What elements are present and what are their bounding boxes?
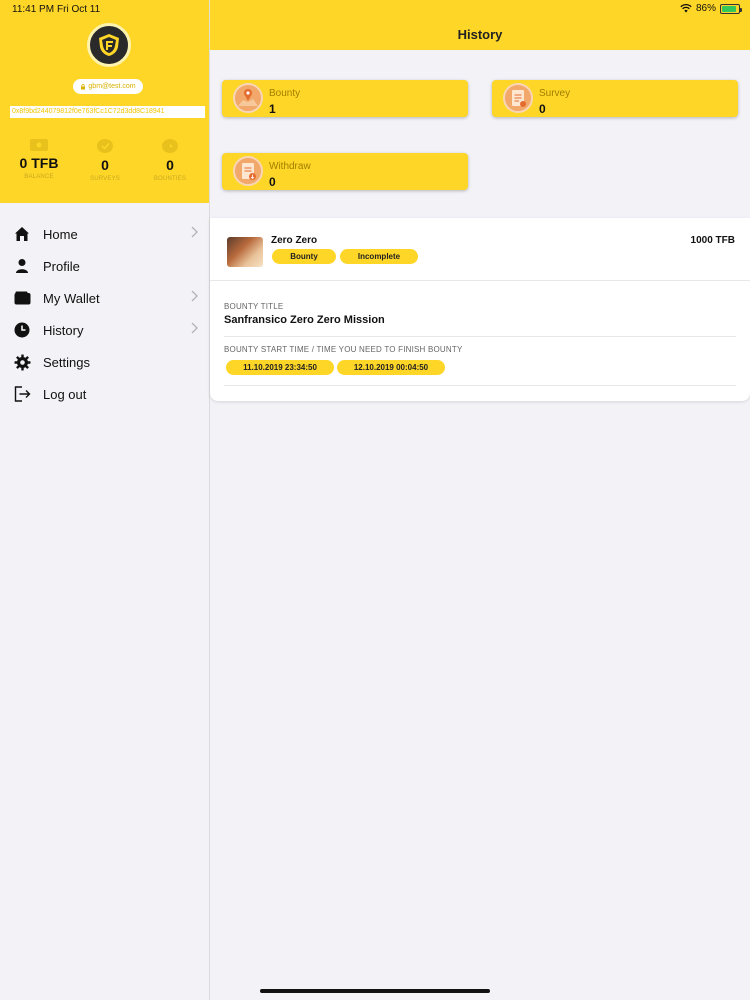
sidebar-item-label: Home xyxy=(43,226,78,242)
sidebar-item-settings[interactable]: Settings xyxy=(0,346,210,378)
survey-label: Survey xyxy=(539,88,571,99)
home-indicator[interactable] xyxy=(260,989,490,993)
bounty-label: Bounty xyxy=(269,88,301,99)
chevron-right-icon xyxy=(191,226,198,238)
status-right: 86% xyxy=(680,3,742,14)
bounty-title: Sanfransico Zero Zero Mission xyxy=(224,314,736,337)
sidebar: gbm@test.com 0x8f9bd244079812f0e763fCc1C… xyxy=(0,0,210,1000)
type-badge: Bounty xyxy=(272,249,336,264)
withdraw-count: 0 xyxy=(269,175,276,189)
main-content: History Bounty 1 Survey 0 Withdraw 0 Zer… xyxy=(210,0,750,1000)
history-item-title: Zero Zero xyxy=(271,235,318,246)
stat-surveys: 0 SURVEYS xyxy=(73,139,137,182)
home-icon xyxy=(13,225,31,243)
profile-header: gbm@test.com 0x8f9bd244079812f0e763fCc1C… xyxy=(0,0,209,203)
bounty-time-row: 11.10.2019 23:34:50 12.10.2019 00:04:50 xyxy=(224,354,736,386)
money-icon xyxy=(30,139,48,151)
bounty-thumbnail xyxy=(227,237,263,267)
bounty-title-label: BOUNTY TITLE xyxy=(224,302,284,311)
stat-value: 0 TFB xyxy=(19,155,59,171)
status-date: Fri Oct 11 xyxy=(57,4,101,15)
sidebar-item-label: Profile xyxy=(43,258,80,274)
battery-icon xyxy=(720,3,742,14)
bounty-count: 1 xyxy=(269,102,276,116)
wallet-icon xyxy=(13,289,31,307)
stat-label: BOUNTIES xyxy=(153,176,187,182)
chevron-right-icon xyxy=(191,322,198,334)
sidebar-item-logout[interactable]: Log out xyxy=(0,378,210,410)
history-item-card[interactable]: Zero Zero 1000 TFB Bounty Incomplete BOU… xyxy=(210,218,750,401)
sidebar-item-label: Log out xyxy=(43,386,87,402)
email-badge: gbm@test.com xyxy=(73,79,143,94)
withdraw-icon xyxy=(233,156,263,186)
history-item-amount: 1000 TFB xyxy=(690,235,735,246)
status-time: 11:41 PM xyxy=(12,4,55,15)
user-icon xyxy=(13,257,31,275)
wifi-icon xyxy=(680,4,692,13)
sidebar-item-profile[interactable]: Profile xyxy=(0,250,210,282)
stat-label: SURVEYS xyxy=(90,176,120,182)
withdraw-summary-card[interactable]: Withdraw 0 xyxy=(222,153,468,190)
shield-logo-icon xyxy=(99,34,119,56)
logout-icon xyxy=(13,385,31,403)
bounty-time-label: BOUNTY START TIME / TIME YOU NEED TO FIN… xyxy=(224,345,463,354)
sidebar-item-label: My Wallet xyxy=(43,290,100,306)
history-item-details: BOUNTY TITLE Sanfransico Zero Zero Missi… xyxy=(210,281,750,401)
battery-percent: 86% xyxy=(695,3,716,14)
chevron-right-icon xyxy=(191,290,198,302)
app-logo xyxy=(87,23,131,67)
stat-value: 0 xyxy=(166,157,174,173)
bounty-summary-card[interactable]: Bounty 1 xyxy=(222,80,468,117)
stat-label: BALANCE xyxy=(24,174,54,180)
end-time-badge: 12.10.2019 00:04:50 xyxy=(337,360,445,375)
survey-icon xyxy=(503,83,533,113)
wallet-address: 0x8f9bd244079812f0e763fCc1C72d3dd8C18941 xyxy=(10,106,205,118)
check-icon xyxy=(97,139,113,153)
email-text: gbm@test.com xyxy=(88,83,136,90)
history-item-header: Zero Zero 1000 TFB Bounty Incomplete xyxy=(210,218,750,281)
start-time-badge: 11.10.2019 23:34:50 xyxy=(226,360,334,375)
clock-icon xyxy=(13,321,31,339)
clock-icon xyxy=(162,139,178,153)
stat-value: 0 xyxy=(101,157,109,173)
sidebar-menu: Home Profile My Wallet History Settings … xyxy=(0,218,210,410)
survey-count: 0 xyxy=(539,102,546,116)
status-bar: 11:41 PM Fri Oct 11 86% xyxy=(0,0,750,20)
map-pin-icon xyxy=(233,83,263,113)
page-title: History xyxy=(457,27,503,42)
sidebar-item-home[interactable]: Home xyxy=(0,218,210,250)
withdraw-label: Withdraw xyxy=(269,161,311,172)
sidebar-item-history[interactable]: History xyxy=(0,314,210,346)
stat-balance: 0 TFB BALANCE xyxy=(7,139,71,180)
status-badge: Incomplete xyxy=(340,249,418,264)
survey-summary-card[interactable]: Survey 0 xyxy=(492,80,738,117)
gear-icon xyxy=(13,353,31,371)
sidebar-item-label: Settings xyxy=(43,354,90,370)
sidebar-item-wallet[interactable]: My Wallet xyxy=(0,282,210,314)
stat-bounties: 0 BOUNTIES xyxy=(138,139,202,182)
sidebar-item-label: History xyxy=(43,322,84,338)
lock-icon xyxy=(81,83,86,89)
